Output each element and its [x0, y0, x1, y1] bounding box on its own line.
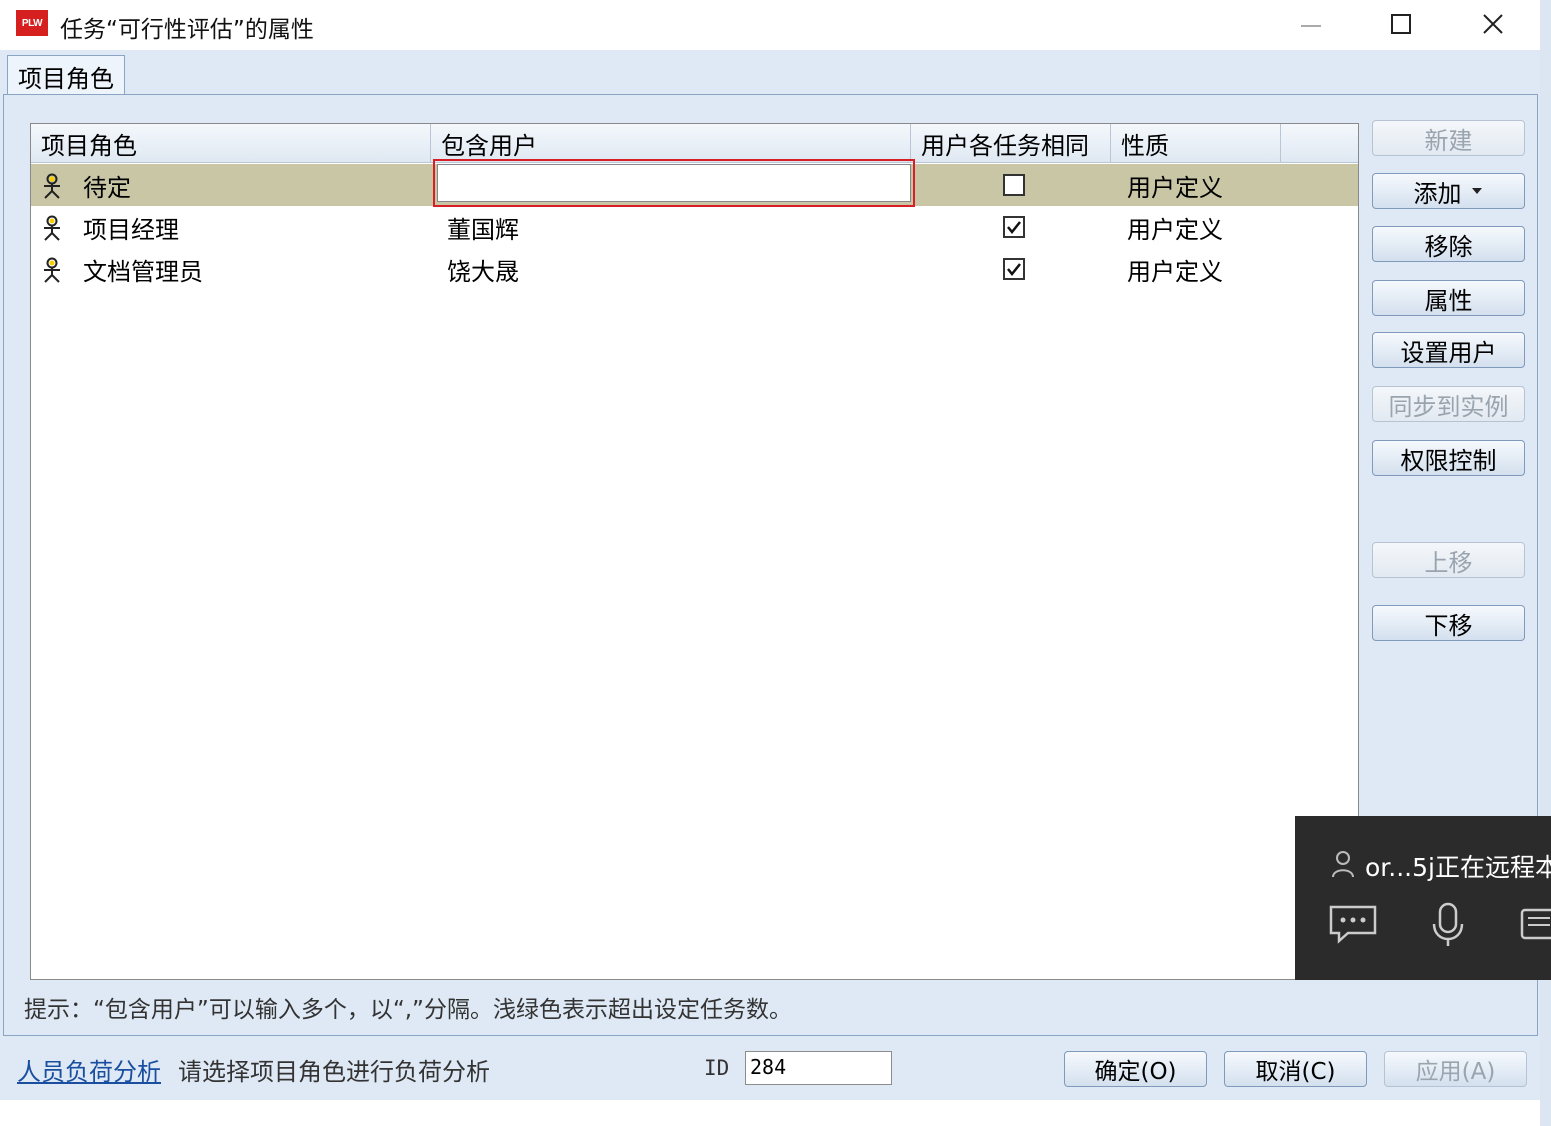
nature-cell: 用户定义 [1127, 215, 1223, 244]
person-icon [44, 215, 60, 241]
bottom-edge [0, 1100, 1540, 1126]
remote-control-overlay: or...5j正在远程本 [1295, 816, 1551, 980]
checkmark-icon [1007, 263, 1021, 277]
minimize-button[interactable] [1265, 0, 1357, 48]
role-name: 文档管理员 [83, 257, 203, 286]
table-row[interactable]: 项目经理 董国辉 用户定义 [31, 206, 1358, 248]
microphone-icon[interactable] [1430, 902, 1466, 948]
users-cell[interactable]: 董国辉 [447, 206, 519, 248]
permission-control-button[interactable]: 权限控制 [1372, 440, 1525, 476]
column-header-users[interactable]: 包含用户 [431, 124, 911, 162]
role-name: 待定 [83, 173, 131, 202]
apply-button[interactable]: 应用(A) [1384, 1051, 1527, 1087]
checkmark-icon [1007, 221, 1021, 235]
same-for-all-checkbox[interactable] [1003, 174, 1025, 196]
new-button[interactable]: 新建 [1372, 120, 1525, 156]
minimize-icon [1301, 25, 1321, 27]
remote-status-text: or...5j正在远程本 [1365, 853, 1551, 882]
app-logo: PLW [16, 10, 48, 36]
sync-to-instance-button[interactable]: 同步到实例 [1372, 386, 1525, 422]
move-up-button[interactable]: 上移 [1372, 542, 1525, 578]
ok-button[interactable]: 确定(O) [1064, 1051, 1207, 1087]
keyboard-icon[interactable] [1520, 904, 1551, 944]
user-icon [1332, 851, 1354, 878]
column-header-role[interactable]: 项目角色 [31, 124, 431, 162]
same-for-all-checkbox[interactable] [1003, 258, 1025, 280]
column-header-same-for-all[interactable]: 用户各任务相同 [911, 124, 1111, 162]
person-icon [44, 173, 60, 199]
set-user-button[interactable]: 设置用户 [1372, 332, 1525, 368]
id-label: ID [704, 1056, 730, 1080]
window-title: 任务“可行性评估”的属性 [60, 17, 314, 43]
hint-text: 提示：“包含用户”可以输入多个，以“,”分隔。浅绿色表示超出设定任务数。 [24, 997, 792, 1023]
nature-cell: 用户定义 [1127, 173, 1223, 202]
close-icon [1483, 14, 1503, 34]
table-row[interactable]: 文档管理员 饶大晟 用户定义 [31, 248, 1358, 290]
add-button[interactable]: 添加 [1372, 173, 1525, 209]
properties-button[interactable]: 属性 [1372, 280, 1525, 316]
person-icon [44, 257, 60, 283]
role-name: 项目经理 [83, 215, 179, 244]
grid-header: 项目角色 包含用户 用户各任务相同 性质 [31, 124, 1358, 163]
id-field[interactable]: 284 [745, 1051, 892, 1085]
workload-status-text: 请选择项目角色进行负荷分析 [178, 1058, 490, 1086]
move-down-button[interactable]: 下移 [1372, 605, 1525, 641]
tab-project-roles[interactable]: 项目角色 [7, 55, 125, 96]
roles-grid: 项目角色 包含用户 用户各任务相同 性质 待定 用户定义 项目经理 董国辉 用户… [30, 123, 1359, 980]
close-button[interactable] [1447, 0, 1539, 48]
maximize-icon [1391, 14, 1411, 34]
highlight-box [433, 159, 915, 207]
dropdown-arrow-icon [1471, 188, 1482, 194]
users-cell[interactable]: 饶大晟 [447, 248, 519, 290]
chat-icon[interactable] [1328, 904, 1378, 944]
maximize-button[interactable] [1355, 0, 1447, 48]
same-for-all-checkbox[interactable] [1003, 216, 1025, 238]
title-bar: PLW 任务“可行性评估”的属性 [0, 0, 1540, 50]
workload-analysis-link[interactable]: 人员负荷分析 [17, 1052, 161, 1087]
add-button-label: 添加 [1413, 179, 1462, 208]
nature-cell: 用户定义 [1127, 257, 1223, 286]
remove-button[interactable]: 移除 [1372, 226, 1525, 262]
cancel-button[interactable]: 取消(C) [1224, 1051, 1367, 1087]
column-header-nature[interactable]: 性质 [1111, 124, 1281, 162]
